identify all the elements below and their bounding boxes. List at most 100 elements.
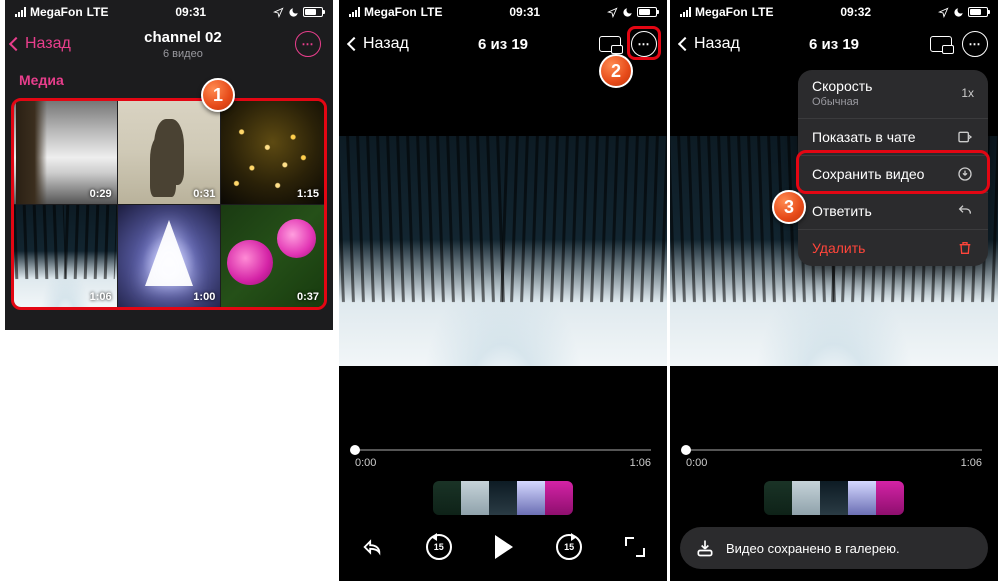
channel-subtitle: 6 видео xyxy=(144,48,222,60)
download-icon xyxy=(956,166,974,182)
network-label: LTE xyxy=(752,5,774,19)
video-thumb[interactable]: 1:15 xyxy=(221,101,324,204)
duration-label: 1:06 xyxy=(90,291,112,303)
context-menu: Скорость Обычная 1x Показать в чате Сохр… xyxy=(798,70,988,266)
signal-icon xyxy=(349,7,360,17)
back-label: Назад xyxy=(25,35,71,53)
back-button[interactable]: Назад xyxy=(349,35,409,53)
chevron-left-icon xyxy=(347,37,361,51)
video-thumb[interactable]: 0:29 xyxy=(14,101,117,204)
carrier-label: MegaFon xyxy=(695,5,748,19)
media-grid: 0:29 0:31 1:15 1:06 1:00 0:37 xyxy=(11,98,327,310)
status-bar: MegaFon LTE 09:31 xyxy=(5,0,333,22)
trash-icon xyxy=(956,240,974,256)
skip-forward-button[interactable]: 15 xyxy=(556,534,582,560)
duration-label: 0:37 xyxy=(297,291,319,303)
filmstrip[interactable] xyxy=(764,481,904,515)
battery-icon xyxy=(637,7,657,17)
step-badge-2: 2 xyxy=(599,54,633,88)
clock-label: 09:32 xyxy=(840,5,871,19)
media-gallery-screen: MegaFon LTE 09:31 Назад channel 02 6 вид… xyxy=(5,0,333,330)
menu-show-in-chat[interactable]: Показать в чате xyxy=(798,119,988,156)
pip-icon[interactable] xyxy=(599,36,621,52)
menu-reply[interactable]: Ответить xyxy=(798,193,988,230)
more-button[interactable]: ⋯ xyxy=(631,31,657,57)
menu-delete-label: Удалить xyxy=(812,240,865,256)
carrier-label: MegaFon xyxy=(364,5,417,19)
moon-icon xyxy=(953,7,964,18)
duration-label: 0:31 xyxy=(193,188,215,200)
pip-icon[interactable] xyxy=(930,36,952,52)
video-thumb[interactable]: 1:06 xyxy=(14,205,117,308)
video-player-screen: MegaFon LTE 09:31 Назад 6 из 19 ⋯ 0:00 1… xyxy=(339,0,667,581)
back-label: Назад xyxy=(694,35,740,53)
progress-knob[interactable] xyxy=(350,445,360,455)
goto-icon xyxy=(956,129,974,145)
video-thumb[interactable]: 0:37 xyxy=(221,205,324,308)
signal-icon xyxy=(15,7,26,17)
clock-label: 09:31 xyxy=(509,5,540,19)
duration-label: 0:29 xyxy=(90,188,112,200)
progress-track[interactable] xyxy=(686,449,982,451)
step-badge-3: 3 xyxy=(772,190,806,224)
progress-knob[interactable] xyxy=(681,445,691,455)
chevron-left-icon xyxy=(9,37,23,51)
reply-icon xyxy=(956,203,974,219)
timeline[interactable]: 0:00 1:06 xyxy=(686,449,982,469)
video-frame xyxy=(339,136,667,366)
channel-title: channel 02 xyxy=(144,29,222,46)
status-bar: MegaFon LTE 09:32 xyxy=(670,0,998,22)
tab-media[interactable]: Медиа xyxy=(19,72,64,88)
player-controls: 15 15 xyxy=(339,525,667,569)
title-box[interactable]: channel 02 6 видео xyxy=(144,29,222,60)
speed-icon: 1x xyxy=(961,86,974,100)
toast-label: Видео сохранено в галерею. xyxy=(726,541,900,556)
media-tabs: Медиа xyxy=(5,66,333,96)
step-badge-1: 1 xyxy=(201,78,235,112)
more-button[interactable]: ⋯ xyxy=(295,31,321,57)
toast-saved: Видео сохранено в галерею. xyxy=(680,527,988,569)
more-button[interactable]: ⋯ xyxy=(962,31,988,57)
moon-icon xyxy=(622,7,633,18)
back-button[interactable]: Назад xyxy=(11,35,71,53)
skip-back-icon: 15 xyxy=(426,534,452,560)
battery-icon xyxy=(303,7,323,17)
video-viewport[interactable] xyxy=(339,66,667,436)
skip-back-button[interactable]: 15 xyxy=(426,534,452,560)
menu-speed-label: Скорость xyxy=(812,78,872,94)
video-player-menu-screen: MegaFon LTE 09:32 Назад 6 из 19 ⋯ Скорос… xyxy=(670,0,998,581)
time-total: 1:06 xyxy=(961,457,982,469)
menu-save-video[interactable]: Сохранить видео xyxy=(798,156,988,193)
video-thumb[interactable]: 1:00 xyxy=(118,205,221,308)
moon-icon xyxy=(288,7,299,18)
video-thumb[interactable]: 0:31 xyxy=(118,101,221,204)
menu-speed-sub: Обычная xyxy=(812,96,859,108)
location-icon xyxy=(607,7,618,18)
duration-label: 1:15 xyxy=(297,188,319,200)
fullscreen-button[interactable] xyxy=(625,537,645,557)
timeline[interactable]: 0:00 1:06 xyxy=(355,449,651,469)
network-label: LTE xyxy=(421,5,443,19)
filmstrip[interactable] xyxy=(433,481,573,515)
progress-track[interactable] xyxy=(355,449,651,451)
status-bar: MegaFon LTE 09:31 xyxy=(339,0,667,22)
share-button[interactable] xyxy=(361,536,383,558)
carrier-label: MegaFon xyxy=(30,5,83,19)
fullscreen-icon xyxy=(625,537,645,557)
menu-save-label: Сохранить видео xyxy=(812,166,924,182)
location-icon xyxy=(273,7,284,18)
menu-delete[interactable]: Удалить xyxy=(798,230,988,266)
menu-show-label: Показать в чате xyxy=(812,129,916,145)
menu-reply-label: Ответить xyxy=(812,203,872,219)
battery-icon xyxy=(968,7,988,17)
back-button[interactable]: Назад xyxy=(680,35,740,53)
duration-label: 1:00 xyxy=(193,291,215,303)
time-current: 0:00 xyxy=(355,457,376,469)
time-current: 0:00 xyxy=(686,457,707,469)
saved-icon xyxy=(694,537,716,559)
menu-speed[interactable]: Скорость Обычная 1x xyxy=(798,70,988,119)
back-label: Назад xyxy=(363,35,409,53)
chevron-left-icon xyxy=(678,37,692,51)
play-button[interactable] xyxy=(495,535,513,559)
skip-forward-icon: 15 xyxy=(556,534,582,560)
